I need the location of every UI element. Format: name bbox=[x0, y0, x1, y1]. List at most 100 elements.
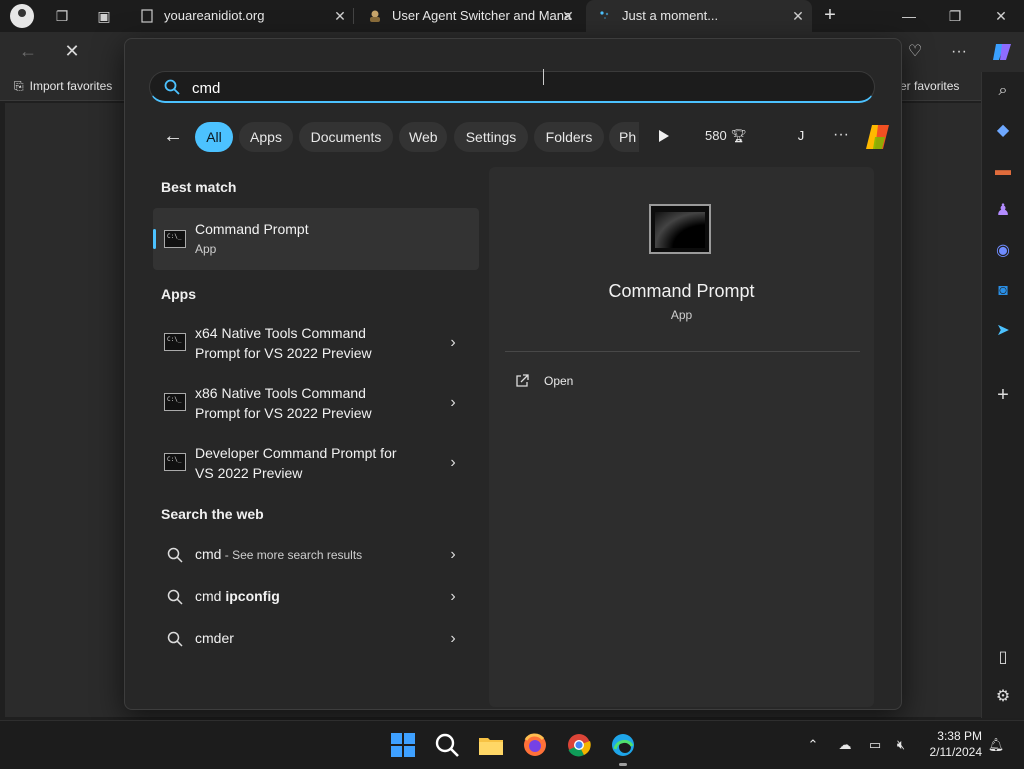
open-external-icon bbox=[516, 374, 529, 387]
onedrive-icon[interactable]: ☁ bbox=[836, 736, 854, 754]
edge-icon[interactable] bbox=[609, 731, 637, 759]
close-tab-icon[interactable]: ✕ bbox=[790, 0, 806, 32]
drop-icon[interactable]: ➤ bbox=[992, 320, 1014, 342]
volume-muted-icon[interactable]: 🔇︎ bbox=[892, 736, 910, 754]
filter-photos[interactable]: Ph bbox=[609, 122, 639, 152]
loading-icon bbox=[600, 11, 609, 19]
app-result-x86-tools[interactable]: x86 Native Tools Command Prompt for VS 2… bbox=[153, 374, 479, 432]
web-result-text: cmder bbox=[195, 630, 234, 646]
file-explorer-icon[interactable] bbox=[477, 731, 505, 759]
app-result-x64-tools[interactable]: x64 Native Tools Command Prompt for VS 2… bbox=[153, 314, 479, 372]
minimize-button[interactable]: — bbox=[886, 0, 932, 32]
web-result-text: cmd - See more search results bbox=[195, 546, 363, 562]
games-icon[interactable]: ♟ bbox=[992, 200, 1014, 222]
chevron-right-icon[interactable]: › bbox=[447, 589, 459, 605]
filter-all[interactable]: All bbox=[195, 122, 233, 152]
settings-gear-icon[interactable]: ⚙ bbox=[992, 686, 1014, 708]
more-options-icon[interactable]: ··· bbox=[829, 124, 853, 148]
vertical-tabs-icon[interactable]: ▣ bbox=[96, 8, 112, 24]
more-menu-icon[interactable]: ··· bbox=[948, 41, 970, 63]
workspaces-icon[interactable]: ❐ bbox=[54, 8, 70, 24]
window-close-button[interactable]: ✕ bbox=[978, 0, 1024, 32]
windows-start-icon[interactable] bbox=[389, 731, 417, 759]
divider bbox=[505, 351, 860, 352]
import-favorites-link[interactable]: ⎘ Import favorites bbox=[14, 78, 112, 94]
clock[interactable]: 3:38 PM 2/11/2024 bbox=[920, 728, 983, 760]
tab-strip: ❐ ▣ youareanidiot.org ✕ User Agent Switc… bbox=[0, 0, 1024, 32]
best-match-subtitle: App bbox=[195, 242, 217, 256]
chrome-icon[interactable] bbox=[565, 731, 593, 759]
tab-just-a-moment[interactable]: Just a moment... ✕ bbox=[586, 0, 812, 32]
app-result-line1: Developer Command Prompt for bbox=[195, 445, 397, 461]
back-arrow-icon[interactable]: ← bbox=[161, 126, 185, 148]
filter-documents[interactable]: Documents bbox=[299, 122, 393, 152]
search-icon bbox=[164, 79, 180, 95]
copilot-icon[interactable] bbox=[990, 40, 1014, 64]
tab-title: User Agent Switcher and Mana bbox=[392, 8, 572, 23]
filter-settings[interactable]: Settings bbox=[454, 122, 528, 152]
page-icon bbox=[141, 9, 153, 23]
rewards-points[interactable]: 580 🏆︎ bbox=[705, 128, 747, 144]
filter-bar: ← All Apps Documents Web Settings Folder… bbox=[149, 120, 889, 154]
microsoft365-icon[interactable]: ◉ bbox=[992, 240, 1014, 262]
shopping-tag-icon[interactable]: ◆ bbox=[992, 120, 1014, 142]
add-sidebar-app-icon[interactable]: + bbox=[992, 384, 1014, 406]
web-result-cmd[interactable]: cmd - See more search results › bbox=[153, 538, 479, 572]
tools-icon[interactable]: ▬ bbox=[992, 160, 1014, 182]
tab-youareanidiot[interactable]: youareanidiot.org ✕ bbox=[128, 0, 354, 32]
search-web-heading: Search the web bbox=[161, 506, 264, 522]
show-hidden-icons-chevron-icon[interactable]: ⌃ bbox=[804, 736, 822, 754]
web-result-cmder[interactable]: cmder › bbox=[153, 622, 479, 656]
command-prompt-icon bbox=[164, 453, 186, 471]
back-button[interactable]: ← bbox=[16, 40, 40, 64]
best-match-title: Command Prompt bbox=[195, 221, 309, 237]
app-result-line1: x64 Native Tools Command bbox=[195, 325, 366, 341]
search-icon bbox=[167, 547, 183, 563]
tab-user-agent-switcher[interactable]: User Agent Switcher and Mana ✕ bbox=[356, 0, 582, 32]
search-icon[interactable]: ⌕ bbox=[992, 80, 1014, 102]
search-input[interactable] bbox=[192, 78, 792, 98]
web-result-cmd-ipconfig[interactable]: cmd ipconfig › bbox=[153, 580, 479, 614]
extension-icon bbox=[370, 10, 380, 22]
network-icon[interactable]: ▭ bbox=[866, 736, 884, 754]
copilot-logo-icon[interactable] bbox=[863, 122, 893, 152]
command-prompt-icon bbox=[164, 393, 186, 411]
trophy-icon: 🏆︎ bbox=[730, 128, 747, 143]
open-label: Open bbox=[544, 374, 574, 388]
health-icon[interactable]: ♡ bbox=[904, 41, 926, 63]
chevron-right-icon[interactable]: › bbox=[447, 631, 459, 647]
app-result-line2: VS 2022 Preview bbox=[195, 465, 303, 481]
close-tab-icon[interactable]: ✕ bbox=[332, 0, 348, 32]
search-box[interactable] bbox=[149, 71, 875, 103]
new-tab-button[interactable]: + bbox=[820, 4, 840, 28]
outlook-icon[interactable]: ◙ bbox=[992, 280, 1014, 302]
chevron-right-icon[interactable]: › bbox=[447, 335, 459, 351]
app-result-line1: x86 Native Tools Command bbox=[195, 385, 366, 401]
taskbar: ⌃ ☁ ▭ 🔇︎ 3:38 PM 2/11/2024 🔔︎ bbox=[0, 720, 1024, 769]
notifications-bell-icon[interactable]: 🔔︎ bbox=[987, 736, 1005, 754]
clock-time: 3:38 PM bbox=[937, 729, 982, 743]
scroll-filters-icon[interactable] bbox=[653, 126, 673, 146]
best-match-heading: Best match bbox=[161, 179, 237, 195]
chevron-right-icon[interactable]: › bbox=[447, 547, 459, 563]
filter-apps[interactable]: Apps bbox=[239, 122, 293, 152]
firefox-icon[interactable] bbox=[521, 731, 549, 759]
best-match-command-prompt[interactable]: Command Prompt App bbox=[153, 208, 479, 270]
taskbar-search-icon[interactable] bbox=[433, 731, 461, 759]
chevron-right-icon[interactable]: › bbox=[447, 455, 459, 471]
profile-icon[interactable] bbox=[10, 4, 34, 28]
filter-web[interactable]: Web bbox=[399, 122, 447, 152]
filter-folders[interactable]: Folders bbox=[534, 122, 604, 152]
app-result-developer-prompt[interactable]: Developer Command Prompt for VS 2022 Pre… bbox=[153, 434, 479, 492]
stop-loading-button[interactable]: ✕ bbox=[60, 40, 84, 64]
text-cursor-icon bbox=[543, 69, 544, 85]
preview-pane: Command Prompt App Open bbox=[489, 167, 874, 707]
command-prompt-large-icon bbox=[649, 204, 711, 254]
search-icon bbox=[167, 589, 183, 605]
chevron-right-icon[interactable]: › bbox=[447, 395, 459, 411]
account-avatar[interactable]: J bbox=[789, 124, 813, 148]
close-tab-icon[interactable]: ✕ bbox=[560, 0, 576, 32]
hide-sidebar-icon[interactable]: ▯ bbox=[992, 647, 1014, 669]
restore-button[interactable]: ❐ bbox=[932, 0, 978, 32]
tab-title: youareanidiot.org bbox=[164, 8, 265, 23]
